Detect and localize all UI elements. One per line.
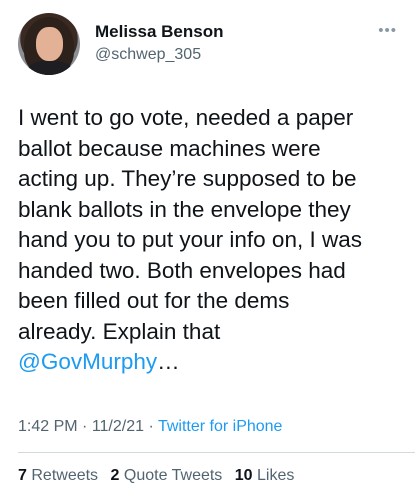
retweets-count: 7	[18, 467, 27, 484]
divider	[18, 452, 415, 453]
likes-stat[interactable]: 10 Likes	[235, 467, 295, 484]
tweet-line: been filled out for the dems	[18, 288, 290, 313]
author-handle[interactable]: @schwep_305	[95, 46, 201, 64]
tweet-text: I went to go vote, needed a paper ballot…	[18, 103, 403, 378]
tweet-line: ballot because machines were	[18, 135, 321, 161]
meta-separator: ·	[144, 418, 158, 435]
likes-label: Likes	[257, 467, 295, 484]
tweet-line: already. Explain that	[18, 318, 221, 344]
retweets-label: Retweets	[31, 467, 99, 484]
tweet-source[interactable]: Twitter for iPhone	[158, 418, 283, 435]
tweet-line: handed two. Both envelopes had	[18, 257, 346, 283]
avatar-face	[36, 27, 63, 61]
tweet-line: blank ballots in the envelope they	[18, 196, 351, 222]
tweet-line: I went to go vote, needed a paper	[18, 105, 354, 130]
avatar[interactable]	[18, 13, 80, 75]
likes-count: 10	[234, 467, 253, 484]
quote-count: 2	[110, 467, 120, 484]
tweet-line: hand you to put your info on, I was	[18, 227, 362, 252]
quote-tweets-stat[interactable]: 2 Quote Tweets	[111, 467, 223, 484]
tweet-line: acting up. They’re supposed to be	[18, 166, 357, 191]
tweet-meta: 1:42 PM · 11/2/21 · Twitter for iPhone	[18, 418, 282, 436]
engagement-stats: 7 Retweets 2 Quote Tweets 10 Likes	[18, 467, 302, 485]
mention-link[interactable]: @GovMurphy	[18, 349, 157, 374]
author-display-name[interactable]: Melissa Benson	[95, 22, 224, 42]
tweet-ellipsis: …	[157, 349, 180, 374]
retweets-stat[interactable]: 7 Retweets	[18, 467, 98, 484]
tweet-date[interactable]: 11/2/21	[92, 418, 144, 435]
tweet-time[interactable]: 1:42 PM	[18, 418, 78, 435]
quote-label: Quote Tweets	[123, 467, 223, 484]
tweet-last-line: @GovMurphy…	[18, 347, 403, 378]
meta-separator: ·	[77, 418, 92, 435]
avatar-shirt	[28, 61, 72, 75]
ellipsis-icon[interactable]: •••	[378, 22, 397, 39]
